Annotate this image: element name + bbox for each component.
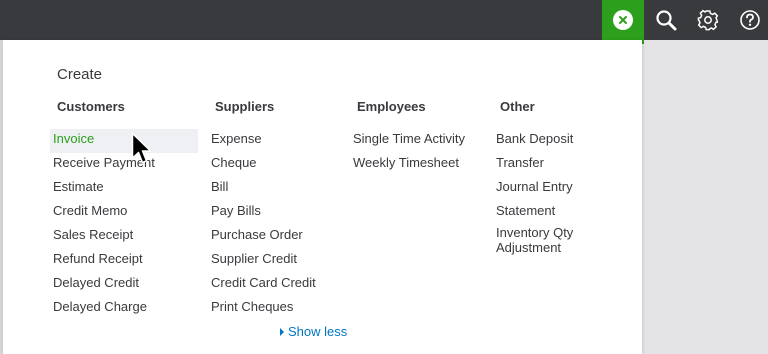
menu-item-inventory-qty-adjustment[interactable]: Inventory Qty Adjustment	[496, 225, 596, 259]
suppliers-header: Suppliers	[215, 99, 275, 114]
menu-item-invoice[interactable]: Invoice	[50, 129, 198, 153]
settings-button[interactable]	[694, 6, 722, 34]
show-less-label: Show less	[288, 324, 348, 339]
menu-item-cheque[interactable]: Cheque	[211, 153, 316, 177]
gear-icon	[697, 9, 719, 31]
menu-item-estimate[interactable]: Estimate	[53, 177, 198, 201]
menu-item-expense[interactable]: Expense	[211, 129, 316, 153]
menu-item-sales-receipt[interactable]: Sales Receipt	[53, 225, 198, 249]
caret-right-icon	[280, 327, 284, 336]
suppliers-column: Suppliers Expense Cheque Bill Pay Bills …	[211, 98, 316, 321]
show-less-link[interactable]: Show less	[280, 324, 347, 339]
mouse-pointer-icon	[131, 132, 152, 164]
menu-item-receive-payment[interactable]: Receive Payment	[53, 153, 198, 177]
menu-item-delayed-credit[interactable]: Delayed Credit	[53, 273, 198, 297]
menu-item-transfer[interactable]: Transfer	[496, 153, 596, 177]
menu-item-bill[interactable]: Bill	[211, 177, 316, 201]
close-create-button[interactable]	[602, 0, 644, 44]
menu-item-print-cheques[interactable]: Print Cheques	[211, 297, 316, 321]
other-column: Other Bank Deposit Transfer Journal Entr…	[496, 98, 596, 259]
menu-item-bank-deposit[interactable]: Bank Deposit	[496, 129, 596, 153]
menu-item-weekly-timesheet[interactable]: Weekly Timesheet	[353, 153, 465, 177]
search-icon	[656, 10, 677, 31]
menu-item-credit-memo[interactable]: Credit Memo	[53, 201, 198, 225]
menu-item-delayed-charge[interactable]: Delayed Charge	[53, 297, 198, 321]
menu-item-single-time-activity[interactable]: Single Time Activity	[353, 129, 465, 153]
help-button[interactable]	[736, 6, 764, 34]
customers-column: Customers Invoice Receive Payment Estima…	[50, 98, 198, 321]
top-bar	[0, 0, 768, 44]
employees-column: Employees Single Time Activity Weekly Ti…	[353, 98, 465, 177]
help-icon	[740, 10, 760, 30]
employees-header: Employees	[357, 99, 426, 114]
menu-item-credit-card-credit[interactable]: Credit Card Credit	[211, 273, 316, 297]
other-header: Other	[500, 99, 535, 114]
customers-header: Customers	[57, 99, 125, 114]
close-icon	[613, 10, 633, 30]
menu-item-refund-receipt[interactable]: Refund Receipt	[53, 249, 198, 273]
menu-item-journal-entry[interactable]: Journal Entry	[496, 177, 596, 201]
menu-item-statement[interactable]: Statement	[496, 201, 596, 225]
menu-item-purchase-order[interactable]: Purchase Order	[211, 225, 316, 249]
menu-item-pay-bills[interactable]: Pay Bills	[211, 201, 316, 225]
menu-item-supplier-credit[interactable]: Supplier Credit	[211, 249, 316, 273]
create-menu-title: Create	[57, 66, 103, 83]
search-button[interactable]	[652, 6, 680, 34]
